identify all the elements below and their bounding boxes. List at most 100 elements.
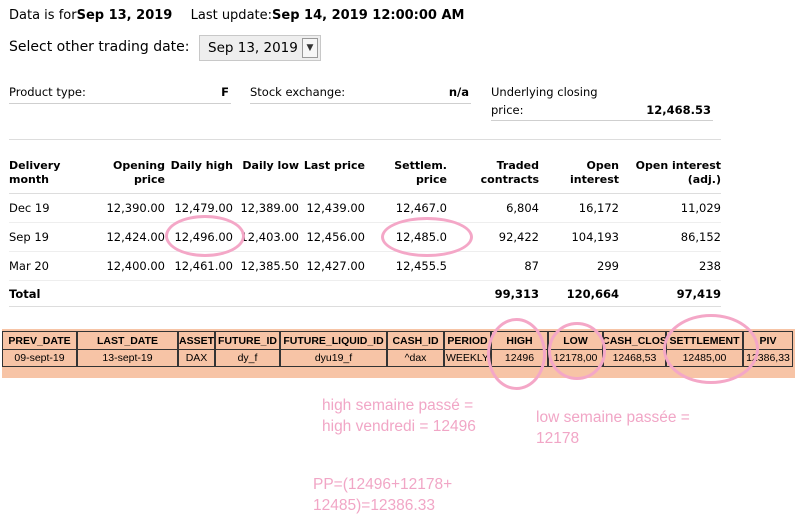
table-cell-delivery-month: Dec 19 [9, 201, 50, 215]
col-header-daily-low: Daily low [237, 159, 299, 173]
product-type-label: Product type: [9, 85, 86, 99]
col-header-opening-price: Opening price [90, 159, 165, 187]
table-header-divider [9, 193, 721, 194]
spreadsheet-header-cash-id[interactable]: CASH_ID [387, 331, 444, 350]
col-header-line: Settlem. [394, 159, 447, 172]
highlight-circle-settlement-cell [663, 314, 759, 384]
highlight-circle-low [548, 322, 606, 380]
chevron-down-icon[interactable]: ▼ [302, 38, 318, 58]
col-header-line: price [133, 173, 165, 186]
table-row-divider [9, 251, 721, 252]
table-row-divider [9, 222, 721, 223]
annotation-pivot-line2: 12485)=12386.33 [313, 497, 435, 514]
annotation-high-line1: high semaine passé = [322, 397, 474, 414]
table-cell-open-interest-adj: 11,029 [680, 201, 721, 215]
table-cell-open-interest: 299 [597, 259, 619, 273]
table-cell-last-price: 12,456.00 [306, 230, 365, 244]
highlight-circle-settlement [381, 217, 473, 257]
table-cell-daily-low: 12,385.50 [240, 259, 299, 273]
col-header-daily-high: Daily high [166, 159, 233, 173]
total-traded: 99,313 [494, 287, 539, 301]
annotation-low-note: low semaine passée = 12178 [536, 407, 690, 449]
product-type-value: F [221, 85, 229, 99]
total-open-interest-adj: 97,419 [676, 287, 721, 301]
spreadsheet-cell-asset[interactable]: DAX [178, 349, 215, 367]
table-cell-traded-contracts: 92,422 [498, 230, 539, 244]
annotation-low-line2: 12178 [536, 430, 580, 447]
table-cell-settlement-price: 12,455.5 [395, 259, 447, 273]
col-header-last-price: Last price [302, 159, 365, 173]
underlying-field: price: 12,468.53 [491, 103, 713, 121]
col-header-line: price [415, 173, 447, 186]
col-header-line: Daily low [242, 159, 299, 172]
table-row-divider [9, 280, 721, 281]
col-header-open-interest-adj: Open interest (adj.) [630, 159, 721, 187]
col-header-line: contracts [480, 173, 539, 186]
data-date: Sep 13, 2019 [76, 8, 173, 23]
table-cell-open-interest-adj: 86,152 [680, 230, 721, 244]
total-open-interest: 120,664 [566, 287, 619, 301]
table-cell-last-price: 12,439.00 [306, 201, 365, 215]
spreadsheet-header-period[interactable]: PERIOD [444, 331, 491, 350]
table-top-divider [9, 139, 721, 140]
table-cell-traded-contracts: 6,804 [506, 201, 539, 215]
table-cell-daily-low: 12,389.00 [240, 201, 299, 215]
col-header-delivery-month: Delivery month [9, 159, 79, 187]
spreadsheet-cell-cash-clos[interactable]: 12468,53 [603, 349, 666, 367]
table-cell-settlement-price: 12,467.0 [395, 201, 447, 215]
highlight-circle-high [487, 318, 546, 390]
table-cell-delivery-month: Mar 20 [9, 259, 49, 273]
annotation-pivot-note: PP=(12496+12178+ 12485)=12386.33 [313, 474, 452, 516]
col-header-line: (adj.) [687, 173, 721, 186]
highlight-circle-daily-high [165, 215, 245, 257]
spreadsheet-cell-period[interactable]: WEEKLY [444, 349, 491, 367]
table-cell-opening-price: 12,390.00 [106, 201, 165, 215]
table-cell-last-price: 12,427.00 [306, 259, 365, 273]
spreadsheet-header-cash-clos[interactable]: CASH_CLOS [603, 331, 666, 350]
annotation-high-note: high semaine passé = high vendredi = 124… [322, 395, 476, 437]
annotation-pivot-line1: PP=(12496+12178+ [313, 476, 453, 493]
stock-exchange-field: Stock exchange: n/a [250, 85, 471, 104]
spreadsheet-cell-last-date[interactable]: 13-sept-19 [77, 349, 178, 367]
col-header-settlement-price: Settlem. price [372, 159, 447, 187]
col-header-line: Open interest [635, 159, 721, 172]
col-header-line: interest [569, 173, 619, 186]
spreadsheet-header-future-liquid-id[interactable]: FUTURE_LIQUID_ID [280, 331, 387, 350]
annotation-low-line1: low semaine passée = [536, 409, 690, 426]
col-header-line: Daily high [170, 159, 233, 172]
table-header-row: Delivery month Opening price Daily high Daily… [0, 159, 797, 189]
spreadsheet-header-asset[interactable]: ASSET [178, 331, 215, 350]
spreadsheet-cell-cash-id[interactable]: ^dax [387, 349, 444, 367]
spreadsheet-header-last-date[interactable]: LAST_DATE [77, 331, 178, 350]
annotation-high-line2: high vendredi = 12496 [322, 418, 476, 435]
trading-date-value: Sep 13, 2019 [208, 40, 298, 56]
spreadsheet-header-future-id[interactable]: FUTURE_ID [215, 331, 280, 350]
table-cell-opening-price: 12,400.00 [106, 259, 165, 273]
last-update-label: Last update: [190, 8, 273, 23]
col-header-line: Open [586, 159, 619, 172]
table-cell-daily-high: 12,461.00 [174, 259, 233, 273]
col-header-traded-contracts: Traded contracts [470, 159, 539, 187]
data-info-line: Data is forSep 13, 2019 Last update:Sep … [9, 8, 464, 23]
table-cell-open-interest: 104,193 [571, 230, 619, 244]
spreadsheet-cell-future-id[interactable]: dy_f [215, 349, 280, 367]
table-cell-daily-high: 12,479.00 [174, 201, 233, 215]
table-cell-opening-price: 12,424.00 [106, 230, 165, 244]
spreadsheet-header-prev-date[interactable]: PREV_DATE [2, 331, 77, 350]
col-header-line: Traded [496, 159, 539, 172]
col-header-line: month [9, 173, 49, 186]
trading-date-select[interactable]: Sep 13, 2019 ▼ [199, 35, 321, 61]
underlying-label-1: Underlying closing [491, 85, 598, 99]
table-cell-daily-low: 12,403.00 [240, 230, 299, 244]
data-is-for-label: Data is for [9, 8, 77, 23]
col-header-line: Delivery [9, 159, 61, 172]
last-update-value: Sep 14, 2019 12:00:00 AM [272, 8, 465, 23]
spreadsheet-cell-prev-date[interactable]: 09-sept-19 [2, 349, 77, 367]
stock-exchange-value: n/a [448, 85, 469, 99]
spreadsheet-cell-future-liquid-id[interactable]: dyu19_f [280, 349, 387, 367]
table-cell-traded-contracts: 87 [524, 259, 539, 273]
col-header-line: Last price [303, 159, 365, 172]
stock-exchange-label: Stock exchange: [250, 85, 346, 99]
col-header-open-interest: Open interest [550, 159, 619, 187]
underlying-label-2: price: [491, 103, 524, 117]
